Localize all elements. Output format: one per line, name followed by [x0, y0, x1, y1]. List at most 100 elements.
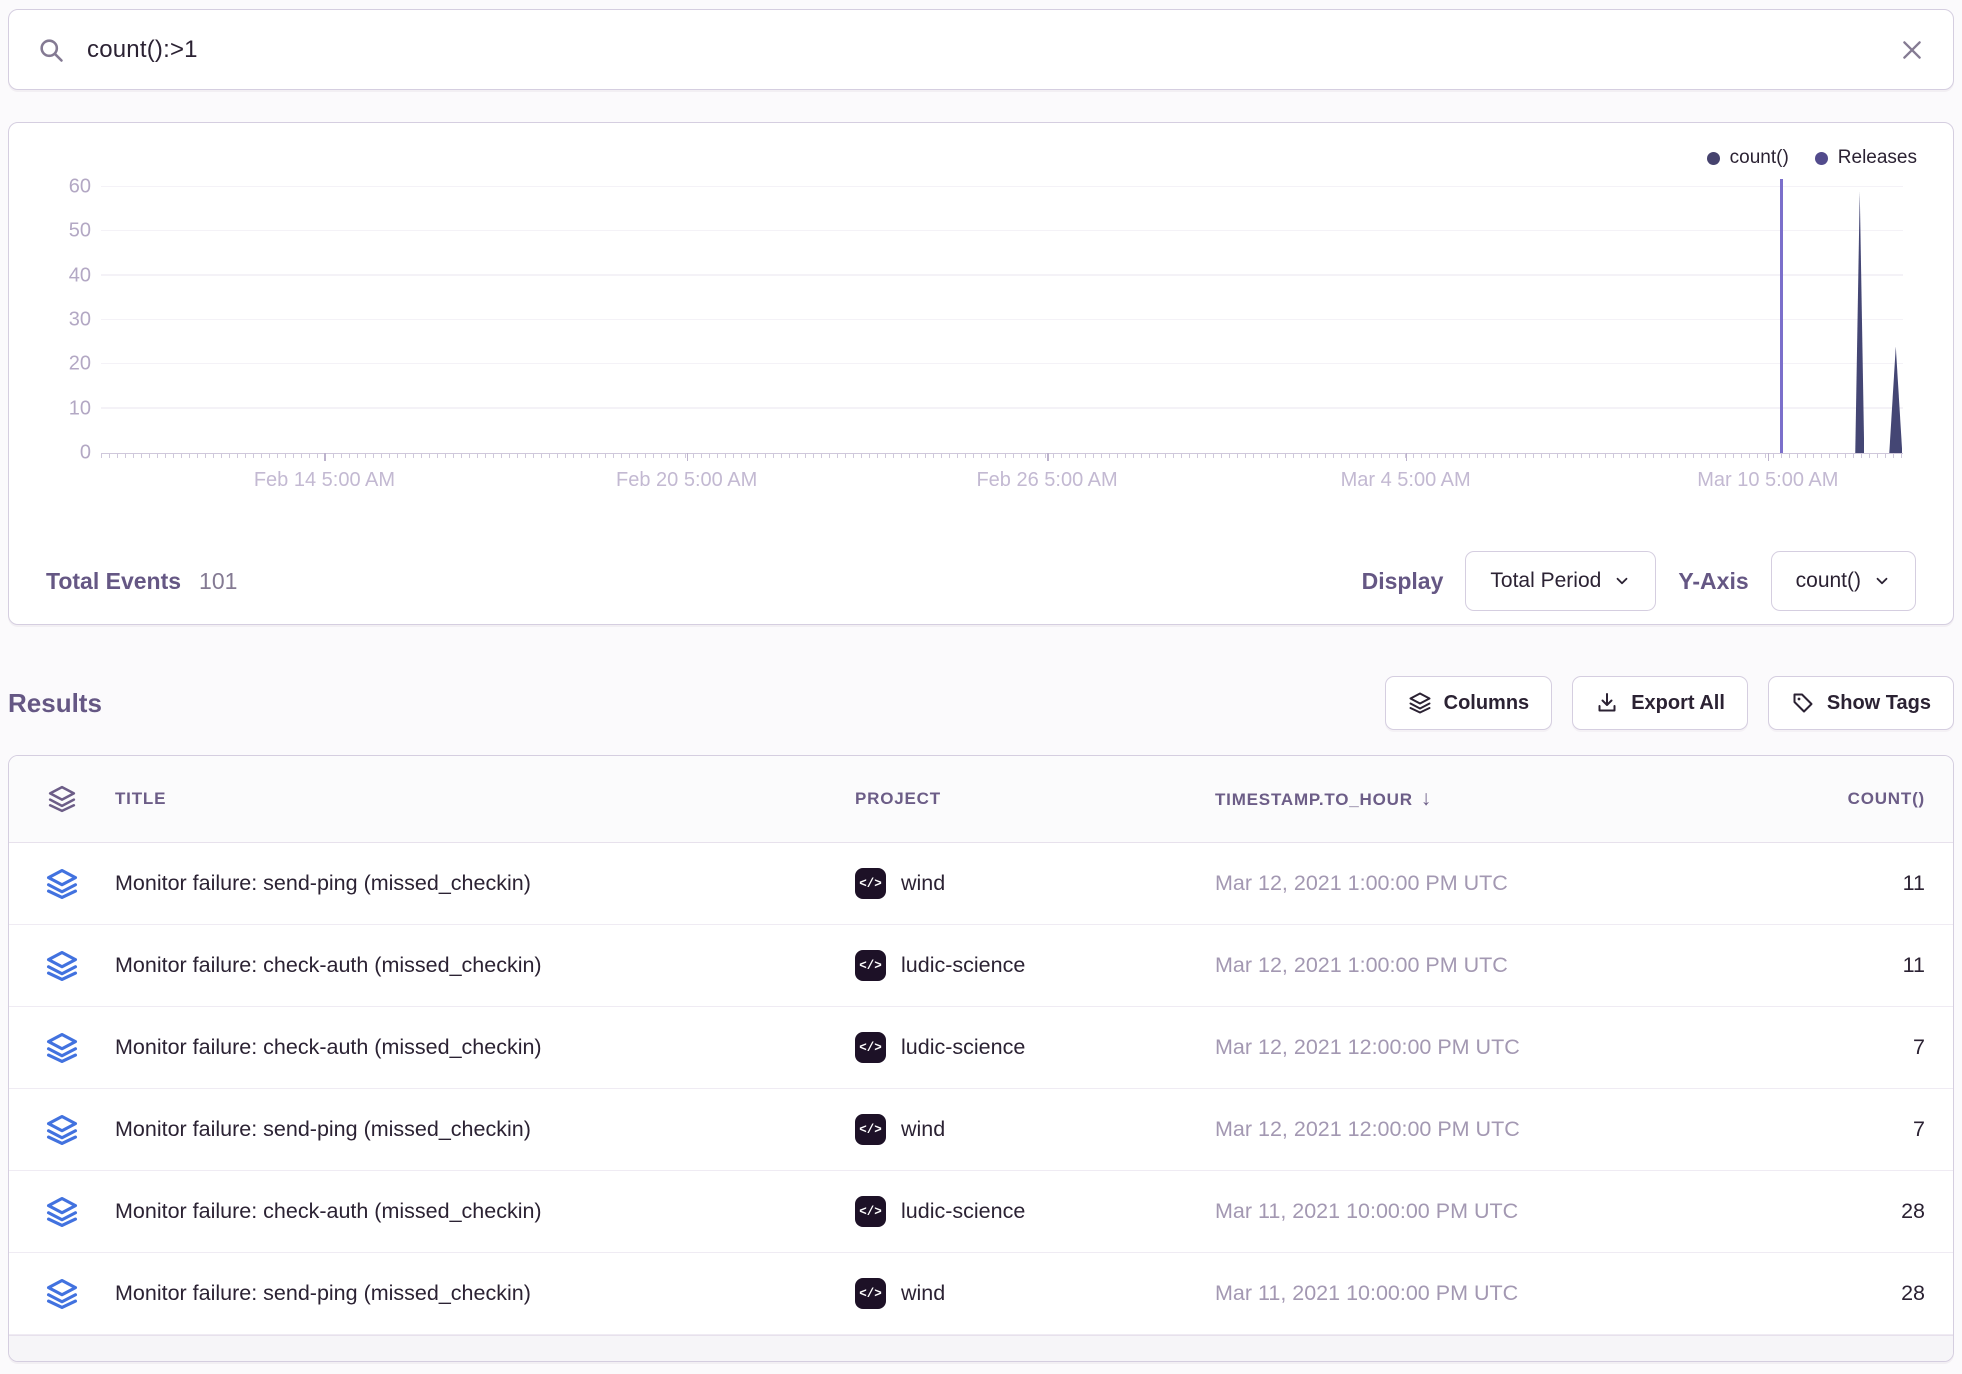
project-name[interactable]: wind: [901, 1281, 945, 1306]
column-header-project[interactable]: PROJECT: [855, 789, 1215, 809]
gridline: [101, 319, 1903, 321]
chevron-down-icon: [1873, 572, 1891, 590]
y-tick-label: 60: [69, 176, 91, 199]
gridline: [101, 230, 1903, 232]
release-marker-line[interactable]: [1780, 179, 1783, 453]
stack-icon[interactable]: [45, 1195, 79, 1229]
x-tick: [1406, 453, 1408, 461]
event-title[interactable]: Monitor failure: send-ping (missed_check…: [115, 871, 855, 896]
event-count: 7: [1703, 1117, 1953, 1142]
table-row[interactable]: Monitor failure: send-ping (missed_check…: [9, 843, 1953, 925]
chart-footer: Total Events 101 Display Total Period Y-…: [9, 538, 1953, 624]
stack-icon[interactable]: [45, 1031, 79, 1065]
column-header-timestamp[interactable]: TIMESTAMP.TO_HOUR↓: [1215, 787, 1703, 811]
project-name[interactable]: ludic-science: [901, 953, 1025, 978]
x-axis-minor-ticks: [101, 453, 1903, 458]
table-row[interactable]: Monitor failure: check-auth (missed_chec…: [9, 1171, 1953, 1253]
total-events-label: Total Events: [46, 568, 181, 595]
event-title[interactable]: Monitor failure: check-auth (missed_chec…: [115, 1035, 855, 1060]
chart-y-axis: 0 10 20 30 40 50 60: [9, 187, 91, 453]
display-dropdown[interactable]: Total Period: [1465, 551, 1656, 611]
y-tick-label: 10: [69, 397, 91, 420]
column-header-title[interactable]: TITLE: [115, 789, 855, 809]
close-icon: [1899, 37, 1925, 63]
event-count: 11: [1703, 953, 1953, 978]
x-tick-label: Feb 20 5:00 AM: [616, 469, 757, 492]
y-tick-label: 0: [80, 442, 91, 465]
total-events-value: 101: [199, 568, 237, 595]
layers-icon: [1408, 691, 1432, 715]
display-label: Display: [1362, 568, 1444, 595]
project-badge-icon: </>: [855, 1032, 886, 1063]
chart-legend: count() Releases: [1707, 147, 1917, 169]
gridline: [101, 363, 1903, 365]
event-count: 7: [1703, 1035, 1953, 1060]
export-all-button[interactable]: Export All: [1572, 676, 1748, 730]
legend-label: count(): [1730, 147, 1789, 169]
layers-icon: [47, 784, 77, 814]
search-bar[interactable]: count():>1: [8, 9, 1954, 90]
project-name[interactable]: wind: [901, 871, 945, 896]
yaxis-dropdown[interactable]: count(): [1771, 551, 1916, 611]
show-tags-button[interactable]: Show Tags: [1768, 676, 1954, 730]
legend-label: Releases: [1838, 147, 1917, 169]
event-count: 28: [1703, 1199, 1953, 1224]
gridline: [101, 274, 1903, 276]
clear-search-button[interactable]: [1899, 37, 1925, 63]
event-timestamp[interactable]: Mar 11, 2021 10:00:00 PM UTC: [1215, 1199, 1703, 1224]
event-timestamp[interactable]: Mar 11, 2021 10:00:00 PM UTC: [1215, 1281, 1703, 1306]
project-badge-icon: </>: [855, 950, 886, 981]
chevron-down-icon: [1613, 572, 1631, 590]
columns-button[interactable]: Columns: [1385, 676, 1553, 730]
gridline: [101, 407, 1903, 409]
events-chart-panel: count() Releases 0 10 20 30 40 50 60 Feb…: [8, 122, 1954, 625]
table-row[interactable]: Monitor failure: check-auth (missed_chec…: [9, 1007, 1953, 1089]
sort-desc-icon: ↓: [1421, 787, 1432, 810]
results-title: Results: [8, 688, 102, 719]
stack-icon[interactable]: [45, 1113, 79, 1147]
project-name[interactable]: wind: [901, 1117, 945, 1142]
search-input[interactable]: count():>1: [87, 36, 1899, 64]
display-dropdown-value: Total Period: [1490, 569, 1601, 593]
stack-icon[interactable]: [45, 1277, 79, 1311]
project-name[interactable]: ludic-science: [901, 1035, 1025, 1060]
count-series-dot-icon: [1707, 152, 1720, 165]
stack-icon[interactable]: [45, 949, 79, 983]
y-tick-label: 20: [69, 353, 91, 376]
event-title[interactable]: Monitor failure: send-ping (missed_check…: [115, 1281, 855, 1306]
results-table: TITLE PROJECT TIMESTAMP.TO_HOUR↓ COUNT()…: [8, 755, 1954, 1362]
yaxis-label: Y-Axis: [1678, 568, 1748, 595]
chart-plot-area[interactable]: Feb 14 5:00 AM Feb 20 5:00 AM Feb 26 5:0…: [101, 187, 1903, 453]
table-row[interactable]: Monitor failure: check-auth (missed_chec…: [9, 925, 1953, 1007]
project-badge-icon: </>: [855, 868, 886, 899]
tag-icon: [1791, 691, 1815, 715]
table-footer: [9, 1335, 1953, 1361]
event-timestamp[interactable]: Mar 12, 2021 1:00:00 PM UTC: [1215, 871, 1703, 896]
event-timestamp[interactable]: Mar 12, 2021 12:00:00 PM UTC: [1215, 1117, 1703, 1142]
y-tick-label: 50: [69, 220, 91, 243]
project-badge-icon: </>: [855, 1196, 886, 1227]
table-row[interactable]: Monitor failure: send-ping (missed_check…: [9, 1253, 1953, 1335]
table-header-row: TITLE PROJECT TIMESTAMP.TO_HOUR↓ COUNT(): [9, 756, 1953, 843]
stack-icon[interactable]: [45, 867, 79, 901]
event-count: 11: [1703, 871, 1953, 896]
y-tick-label: 40: [69, 264, 91, 287]
legend-item-count[interactable]: count(): [1707, 147, 1789, 169]
export-all-button-label: Export All: [1631, 692, 1725, 715]
project-name[interactable]: ludic-science: [901, 1199, 1025, 1224]
project-badge-icon: </>: [855, 1278, 886, 1309]
show-tags-button-label: Show Tags: [1827, 692, 1931, 715]
x-tick-label: Feb 14 5:00 AM: [254, 469, 395, 492]
event-timestamp[interactable]: Mar 12, 2021 12:00:00 PM UTC: [1215, 1035, 1703, 1060]
table-row[interactable]: Monitor failure: send-ping (missed_check…: [9, 1089, 1953, 1171]
event-title[interactable]: Monitor failure: check-auth (missed_chec…: [115, 1199, 855, 1224]
event-title[interactable]: Monitor failure: send-ping (missed_check…: [115, 1117, 855, 1142]
event-timestamp[interactable]: Mar 12, 2021 1:00:00 PM UTC: [1215, 953, 1703, 978]
gridline: [101, 186, 1903, 188]
column-header-count[interactable]: COUNT(): [1703, 789, 1953, 809]
legend-item-releases[interactable]: Releases: [1815, 147, 1917, 169]
event-title[interactable]: Monitor failure: check-auth (missed_chec…: [115, 953, 855, 978]
download-icon: [1595, 691, 1619, 715]
columns-button-label: Columns: [1444, 692, 1530, 715]
x-tick: [1047, 453, 1049, 461]
